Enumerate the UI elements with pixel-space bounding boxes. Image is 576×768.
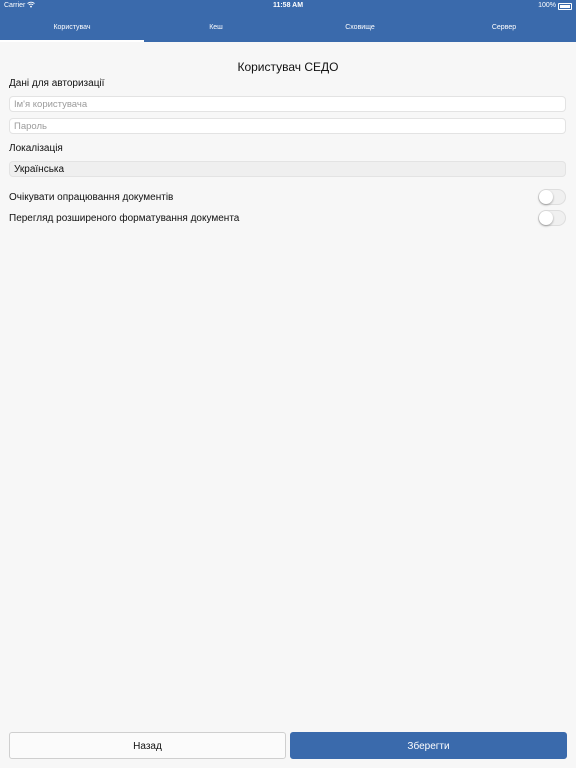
extended-formatting-toggle[interactable]: [538, 210, 566, 226]
toggle-knob: [539, 190, 553, 204]
status-time: 11:58 AM: [272, 2, 304, 9]
localization-select[interactable]: Українська: [9, 161, 566, 177]
auth-section-label: Дані для авторизації: [9, 78, 105, 89]
tab-bar: Користувач Кеш Сховище Сервер: [0, 14, 576, 42]
wait-processing-label: Очікувати опрацювання документів: [9, 192, 174, 203]
battery-icon: [558, 3, 572, 10]
tab-server[interactable]: Сервер: [432, 14, 576, 42]
username-input[interactable]: [9, 96, 566, 112]
password-input[interactable]: [9, 118, 566, 134]
localization-section-label: Локалізація: [9, 143, 63, 154]
extended-formatting-label: Перегляд розширеного форматування докуме…: [9, 213, 240, 224]
status-bar: Carrier 11:58 AM 100%: [0, 0, 576, 12]
app-header: Carrier 11:58 AM 100% Користувач Кеш Схо…: [0, 0, 576, 42]
back-button[interactable]: Назад: [9, 732, 286, 759]
tab-user[interactable]: Користувач: [0, 14, 144, 42]
toggle-knob: [539, 211, 553, 225]
battery-percent: 100%: [538, 2, 556, 9]
wait-processing-toggle[interactable]: [538, 189, 566, 205]
save-button[interactable]: Зберегти: [290, 732, 567, 759]
tab-cache[interactable]: Кеш: [144, 14, 288, 42]
page-title: Користувач СЕДО: [237, 60, 339, 74]
tab-storage[interactable]: Сховище: [288, 14, 432, 42]
